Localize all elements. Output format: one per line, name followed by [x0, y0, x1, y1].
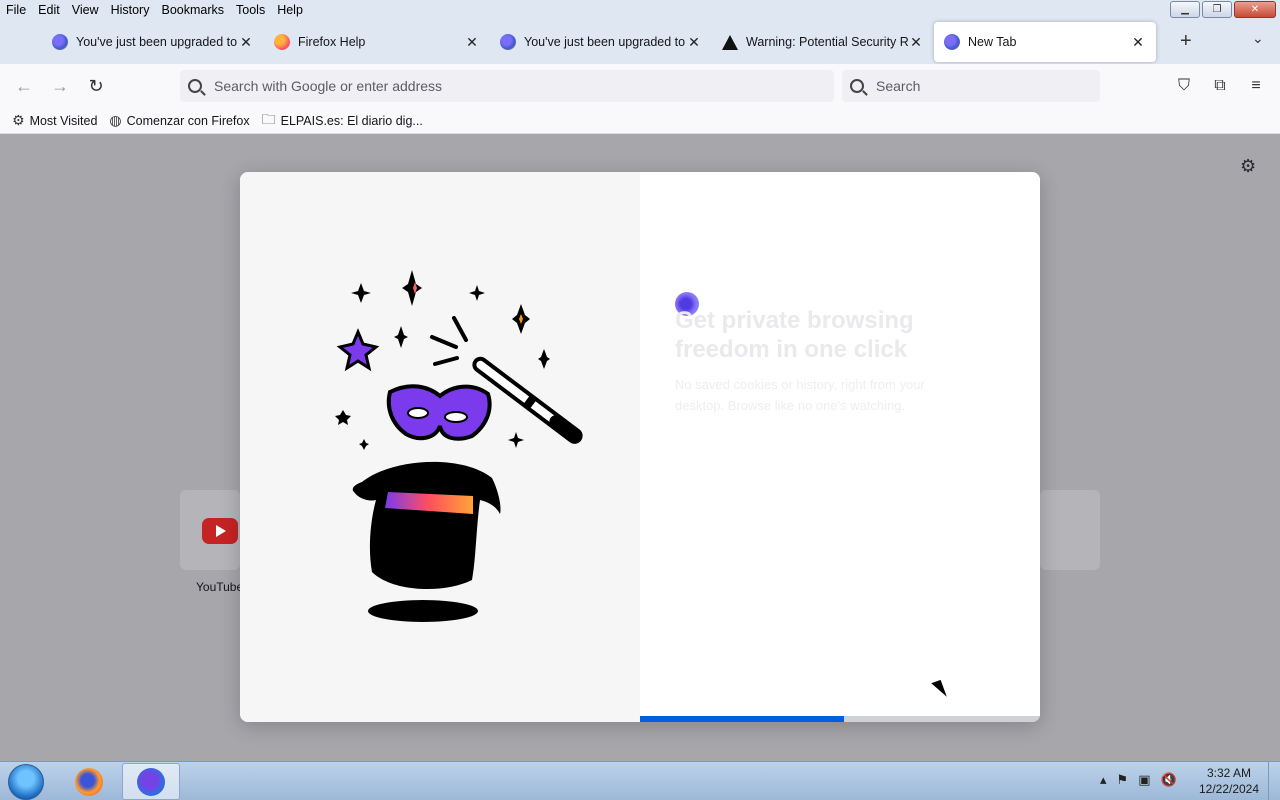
url-placeholder: Search with Google or enter address [214, 78, 443, 94]
bookmark-elpais[interactable]: 🗀 ELPAIS.es: El diario dig... [262, 109, 423, 133]
chevron-down-icon[interactable]: ⌄ [1252, 30, 1264, 47]
magic-hat-illustration [335, 270, 583, 622]
content-panel: Get private browsing freedom in one clic… [640, 172, 1040, 722]
hamburger-menu-icon[interactable]: ≡ [1246, 76, 1266, 96]
progress-fill [640, 716, 844, 722]
warning-icon [722, 34, 738, 50]
network-icon[interactable]: ▣ [1138, 772, 1150, 788]
bookmark-label: ELPAIS.es: El diario dig... [280, 113, 423, 128]
volume-muted-icon[interactable]: 🔇 [1160, 772, 1176, 788]
window-controls: ▁ ❐ ✕ [1170, 1, 1276, 18]
nav-bar: ← → ↻ Search with Google or enter addres… [0, 64, 1280, 108]
restore-button[interactable]: ❐ [1202, 1, 1232, 18]
firefox-help-icon [274, 34, 290, 50]
gear-icon: ⚙ [12, 112, 25, 128]
taskbar-firefox[interactable] [60, 763, 118, 800]
gear-icon[interactable]: ⚙ [1240, 156, 1256, 177]
menu-tools[interactable]: Tools [230, 0, 271, 20]
start-button[interactable] [8, 764, 44, 800]
tab-title: You've just been upgraded to Fi [76, 35, 238, 49]
illustration-panel [240, 172, 640, 722]
youtube-icon [202, 518, 238, 544]
close-tab-icon[interactable]: ✕ [238, 34, 254, 51]
search-icon [850, 79, 864, 93]
dialog-subtext: No saved cookies or history, right from … [675, 377, 925, 413]
clock[interactable]: 3:32 AM 12/22/2024 [1196, 765, 1262, 797]
tab-title: Firefox Help [298, 35, 366, 49]
forward-arrow-icon[interactable]: → [48, 74, 72, 98]
bookmark-most-visited[interactable]: ⚙ Most Visited [12, 112, 97, 129]
dialog-headline: Get private browsing freedom in one clic… [675, 307, 914, 363]
tab-firefox-help[interactable]: Firefox Help ✕ [264, 22, 490, 62]
close-tab-icon[interactable]: ✕ [1130, 34, 1146, 51]
bookmark-label: Comenzar con Firefox [126, 113, 250, 128]
show-hidden-icons-icon[interactable]: ▴ [1100, 772, 1107, 788]
menu-help[interactable]: Help [271, 0, 309, 20]
tab-new-tab[interactable]: New Tab ✕ [934, 22, 1156, 62]
menu-edit[interactable]: Edit [32, 0, 66, 20]
minimize-button[interactable]: ▁ [1170, 1, 1200, 18]
menu-bookmarks[interactable]: Bookmarks [155, 0, 230, 20]
menu-view[interactable]: View [66, 0, 105, 20]
firefox-icon [52, 34, 68, 50]
menu-file[interactable]: File [0, 0, 32, 20]
search-icon [188, 79, 202, 93]
globe-icon: ◍ [109, 112, 122, 128]
tab-security-warning[interactable]: Warning: Potential Security Risk ✕ [712, 22, 934, 62]
close-tab-icon[interactable]: ✕ [908, 34, 924, 51]
firefox-icon [500, 34, 516, 50]
onboarding-progress-bar [640, 716, 1040, 722]
close-tab-icon[interactable]: ✕ [686, 34, 702, 51]
back-arrow-icon[interactable]: ← [12, 74, 36, 98]
reload-icon[interactable]: ↻ [84, 74, 108, 98]
show-desktop-button[interactable] [1268, 762, 1280, 800]
tab-title: You've just been upgraded to Fi [524, 35, 686, 49]
shortcut-tile[interactable] [1040, 490, 1100, 570]
menu-history[interactable]: History [105, 0, 156, 20]
close-tab-icon[interactable]: ✕ [464, 34, 480, 51]
close-window-button[interactable]: ✕ [1234, 1, 1276, 18]
taskbar-firefox-nightly[interactable] [122, 763, 180, 800]
search-bar[interactable]: Search [842, 70, 1100, 102]
bookmarks-toolbar: ⚙ Most Visited ◍ Comenzar con Firefox 🗀 … [0, 108, 1280, 134]
menu-bar: File Edit View History Bookmarks Tools H… [0, 0, 1280, 20]
firefox-icon [75, 767, 103, 796]
shortcut-label: YouTube [196, 580, 244, 594]
url-bar[interactable]: Search with Google or enter address [180, 70, 834, 102]
tab-upgraded-1[interactable]: You've just been upgraded to Fi ✕ [42, 22, 264, 62]
action-center-flag-icon[interactable]: ⚑ [1117, 772, 1129, 788]
tab-strip: You've just been upgraded to Fi ✕ Firefo… [0, 20, 1280, 64]
firefox-view-button[interactable] [0, 22, 42, 62]
pocket-icon[interactable]: ⛉ [1174, 76, 1194, 96]
bookmark-label: Most Visited [29, 113, 98, 128]
bookmark-comenzar-firefox[interactable]: ◍ Comenzar con Firefox [109, 112, 249, 129]
private-browsing-onboarding-dialog: Get private browsing freedom in one clic… [240, 172, 1040, 722]
tab-title: Warning: Potential Security Risk [746, 35, 908, 49]
folder-icon: 🗀 [261, 110, 276, 127]
firefox-icon [944, 34, 960, 50]
tab-upgraded-2[interactable]: You've just been upgraded to Fi ✕ [490, 22, 712, 62]
new-tab-plus-icon[interactable]: + [1180, 30, 1192, 53]
clock-date: 12/22/2024 [1198, 782, 1260, 796]
tab-title: New Tab [968, 35, 1017, 49]
firefox-nightly-icon [137, 767, 165, 796]
system-tray: ▴ ⚑ ▣ 🔇 [1100, 772, 1177, 788]
clock-time: 3:32 AM [1206, 766, 1252, 780]
search-placeholder: Search [876, 78, 921, 94]
extensions-puzzle-icon[interactable]: ⧉ [1210, 76, 1230, 96]
taskbar: ▴ ⚑ ▣ 🔇 3:32 AM 12/22/2024 [0, 761, 1280, 800]
